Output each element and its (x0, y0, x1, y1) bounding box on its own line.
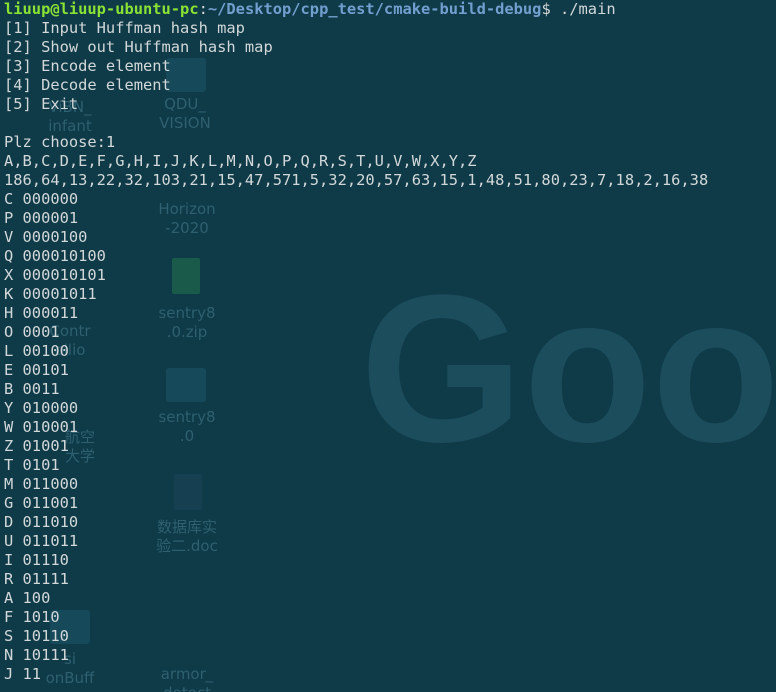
code-row: E 00101 (4, 361, 69, 379)
code-row: X 000010101 (4, 266, 106, 284)
prompt-dollar: $ (541, 0, 551, 18)
code-row: A 100 (4, 589, 51, 607)
code-row: K 00001011 (4, 285, 97, 303)
menu-option: [5] Exit (4, 95, 79, 113)
code-row: Q 000010100 (4, 247, 106, 265)
code-row: F 1010 (4, 608, 60, 626)
code-row: U 011011 (4, 532, 79, 550)
code-row: D 011010 (4, 513, 79, 531)
terminal-output[interactable]: liuup@liuup-ubuntu-pc:~/Desktop/cpp_test… (4, 0, 708, 684)
prompt-separator: : (198, 0, 208, 18)
terminal-window[interactable]: Goog ViBN_ infant QDU_ VISION Horizon -2… (0, 0, 776, 692)
code-row: I 01110 (4, 551, 69, 569)
code-row: G 011001 (4, 494, 79, 512)
code-row: L 00100 (4, 342, 69, 360)
shell-prompt-line: liuup@liuup-ubuntu-pc:~/Desktop/cpp_test… (4, 0, 708, 19)
menu-option: [3] Encode element (4, 57, 171, 75)
code-row: T 0101 (4, 456, 60, 474)
code-row: S 10110 (4, 627, 69, 645)
code-row: Y 010000 (4, 399, 79, 417)
letters-input-line: A,B,C,D,E,F,G,H,I,J,K,L,M,N,O,P,Q,R,S,T,… (4, 152, 477, 170)
code-row: O 0001 (4, 323, 60, 341)
code-row: B 0011 (4, 380, 60, 398)
prompt-user-host: liuup@liuup-ubuntu-pc (4, 0, 199, 18)
code-row: R 01111 (4, 570, 69, 588)
choose-prompt-line: Plz choose:1 (4, 133, 116, 151)
prompt-path: ~/Desktop/cpp_test/cmake-build-debug (207, 0, 542, 18)
menu-option: [2] Show out Huffman hash map (4, 38, 273, 56)
code-row: H 000011 (4, 304, 79, 322)
code-row: M 011000 (4, 475, 79, 493)
code-row: V 0000100 (4, 228, 88, 246)
code-row: Z 01001 (4, 437, 69, 455)
menu-option: [4] Decode element (4, 76, 171, 94)
typed-command: ./main (550, 0, 616, 18)
code-row: J 11 (4, 665, 42, 683)
code-row: N 10111 (4, 646, 69, 664)
code-row: W 010001 (4, 418, 79, 436)
code-row: C 000000 (4, 190, 79, 208)
menu-option: [1] Input Huffman hash map (4, 19, 245, 37)
code-row: P 000001 (4, 209, 79, 227)
weights-input-line: 186,64,13,22,32,103,21,15,47,571,5,32,20… (4, 171, 709, 189)
